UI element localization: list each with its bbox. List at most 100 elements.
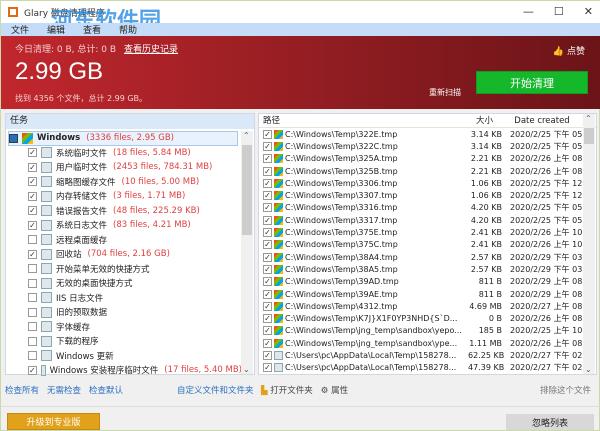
checkbox[interactable]: ✓ [263, 301, 272, 311]
file-row[interactable]: ✓ C:\Windows\Temp\4312.tmp 4.69 MB 2020/2/2… [259, 300, 596, 312]
task-item[interactable]: ✓ 回收站 (704 files, 2.16 GB) [6, 247, 242, 262]
checkbox[interactable]: ✓ [28, 206, 37, 216]
checkbox[interactable]: ✓ [263, 166, 272, 176]
file-row[interactable]: ✓ C:\Windows\Temp\375E.tmp 2.41 KB 2020/2/2… [259, 226, 596, 238]
menu-item[interactable]: 帮助 [119, 23, 137, 36]
file-row[interactable]: ✓ C:\Users\pc\AppData\Local\Temp\158278..… [259, 349, 596, 361]
check-link[interactable]: 无需检查 [47, 384, 81, 396]
check-link[interactable]: 检查所有 [5, 384, 39, 396]
checkbox[interactable]: ✓ [28, 249, 37, 259]
task-item[interactable]: ✓ 内存转储文件 (3 files, 1.71 MB) [6, 189, 242, 204]
checkbox[interactable]: ✓ [28, 177, 37, 187]
file-row[interactable]: ✓ C:\Windows\Temp\39AE.tmp 811 B 2020/2/29 … [259, 288, 596, 300]
upgrade-button[interactable]: 升级到专业版 [7, 413, 100, 430]
task-item[interactable]: Windows 更新 [6, 349, 242, 364]
checkbox[interactable]: ✓ [28, 162, 37, 172]
open-folder-button[interactable]: ▙ 打开文件夹 [261, 384, 313, 396]
file-row[interactable]: ✓ C:\Windows\Temp\jng_temp\sandbox\ype...… [259, 337, 596, 349]
file-row[interactable]: ✓ C:\Windows\Temp\325A.tmp 2.21 KB 2020/2/2… [259, 153, 596, 165]
file-row[interactable]: ✓ C:\Windows\Temp\38A4.tmp 2.57 KB 2020/2/2… [259, 251, 596, 263]
maximize-button[interactable]: ☐ [554, 5, 564, 18]
column-path[interactable]: 路径 [259, 114, 459, 127]
file-scrollbar[interactable]: ⌃ ⌄ [583, 114, 595, 374]
checkbox[interactable]: ✓ [263, 252, 272, 262]
task-item[interactable]: 下载的程序 [6, 334, 242, 349]
checkbox[interactable]: ✓ [263, 178, 272, 188]
file-row[interactable]: ✓ C:\Users\pc\AppData\Local\Temp\158278..… [259, 362, 596, 374]
task-item[interactable]: 开始菜单无效的快捷方式 [6, 262, 242, 277]
checkbox[interactable]: ✓ [28, 148, 37, 158]
column-date[interactable]: Date created [493, 114, 583, 127]
menu-item[interactable]: 文件 [11, 23, 29, 36]
checkbox[interactable]: ✓ [263, 264, 272, 274]
exclude-file-link[interactable]: 排除这个文件 [540, 384, 591, 396]
menu-item[interactable]: 编辑 [47, 23, 65, 36]
file-row[interactable]: ✓ C:\Windows\Temp\3307.tmp 1.06 KB 2020/2/2… [259, 189, 596, 201]
column-size[interactable]: 大小 [459, 114, 493, 127]
checkbox[interactable] [28, 351, 37, 361]
task-item[interactable]: ✓ Windows 安装程序临时文件 (17 files, 5.40 MB) [6, 363, 242, 378]
task-item[interactable]: 无效的桌面快捷方式 [6, 276, 242, 291]
file-row[interactable]: ✓ C:\Windows\Temp\3306.tmp 1.06 KB 2020/2/2… [259, 177, 596, 189]
close-button[interactable]: ✕ [584, 5, 593, 18]
task-item[interactable]: ✓ 缩略图缓存文件 (10 files, 5.00 MB) [6, 175, 242, 190]
checkbox[interactable]: ✓ [263, 350, 272, 360]
checkbox[interactable] [28, 278, 37, 288]
check-link[interactable]: 检查默认 [89, 384, 123, 396]
start-clean-button[interactable]: 开始清理 [476, 71, 588, 94]
task-item[interactable]: ✓ 系统临时文件 (18 files, 5.84 MB) [6, 146, 242, 161]
file-row[interactable]: ✓ C:\Windows\Temp\38A5.tmp 2.57 KB 2020/2/2… [259, 263, 596, 275]
checkbox[interactable] [28, 293, 37, 303]
task-item[interactable]: 旧的预取数据 [6, 305, 242, 320]
task-scrollbar[interactable]: ⌃ ⌄ [241, 131, 253, 374]
checkbox[interactable]: ✓ [263, 228, 272, 238]
tree-root-windows[interactable]: Windows (3336 files, 2.95 GB) [8, 131, 238, 146]
checkbox[interactable] [28, 336, 37, 346]
file-row[interactable]: ✓ C:\Windows\Temp\3316.tmp 4.20 KB 2020/2/2… [259, 202, 596, 214]
file-row[interactable]: ✓ C:\Windows\Temp\jng_temp\sandbox\yepo..… [259, 325, 596, 337]
menu-item[interactable]: 查看 [83, 23, 101, 36]
rescan-link[interactable]: 重新扫描 [429, 87, 461, 98]
checkbox[interactable]: ✓ [28, 191, 37, 201]
history-link[interactable]: 查看历史记录 [124, 45, 178, 55]
task-item[interactable]: 字体缓存 [6, 320, 242, 335]
task-item[interactable]: ✓ 系统日志文件 (83 files, 4.21 MB) [6, 218, 242, 233]
minimize-button[interactable]: — [523, 5, 534, 18]
checkbox[interactable]: ✓ [28, 365, 37, 375]
file-row[interactable]: ✓ C:\Windows\Temp\322E.tmp 3.14 KB 2020/2/2… [259, 128, 596, 140]
like-button[interactable]: 👍 点赞 [553, 44, 585, 57]
checkbox[interactable]: ✓ [263, 141, 272, 151]
custom-files-link[interactable]: 自定义文件和文件夹 [177, 384, 254, 396]
checkbox[interactable] [28, 307, 37, 317]
task-item[interactable]: ✓ 用户临时文件 (2453 files, 784.31 MB) [6, 160, 242, 175]
checkbox[interactable]: ✓ [263, 129, 272, 139]
checkbox[interactable]: ✓ [263, 326, 272, 336]
file-row[interactable]: ✓ C:\Windows\Temp\39AD.tmp 811 B 2020/2/29 … [259, 276, 596, 288]
checkbox[interactable]: ✓ [263, 203, 272, 213]
checkbox[interactable]: ✓ [263, 154, 272, 164]
checkbox[interactable]: ✓ [263, 314, 272, 324]
checkbox[interactable] [28, 235, 37, 245]
task-item[interactable]: ✓ 错误报告文件 (48 files, 225.29 KB) [6, 204, 242, 219]
file-row[interactable]: ✓ C:\Windows\Temp\375C.tmp 2.41 KB 2020/2/2… [259, 239, 596, 251]
checkbox[interactable] [28, 264, 37, 274]
task-item[interactable]: 远程桌面缓存 [6, 233, 242, 248]
file-row[interactable]: ✓ C:\Windows\Temp\K7J}X1F0YP3NHD{S`D... 0 … [259, 312, 596, 324]
checkbox[interactable]: ✓ [263, 240, 272, 250]
ignore-list-button[interactable]: 忽略列表 [506, 414, 594, 430]
checkbox[interactable]: ✓ [263, 289, 272, 299]
checkbox[interactable] [9, 133, 18, 143]
checkbox[interactable]: ✓ [263, 338, 272, 348]
checkbox[interactable]: ✓ [263, 191, 272, 201]
checkbox[interactable]: ✓ [263, 215, 272, 225]
file-row[interactable]: ✓ C:\Windows\Temp\322C.tmp 3.14 KB 2020/2/2… [259, 140, 596, 152]
properties-button[interactable]: ⚙ 属性 [321, 384, 348, 396]
checkbox[interactable] [28, 322, 37, 332]
check-links: 检查所有 无需检查 检查默认 [5, 384, 123, 396]
checkbox[interactable]: ✓ [28, 220, 37, 230]
checkbox[interactable]: ✓ [263, 277, 272, 287]
file-row[interactable]: ✓ C:\Windows\Temp\3317.tmp 4.20 KB 2020/2/2… [259, 214, 596, 226]
checkbox[interactable]: ✓ [263, 363, 272, 373]
file-row[interactable]: ✓ C:\Windows\Temp\325B.tmp 2.21 KB 2020/2/2… [259, 165, 596, 177]
task-item[interactable]: IIS 日志文件 [6, 291, 242, 306]
